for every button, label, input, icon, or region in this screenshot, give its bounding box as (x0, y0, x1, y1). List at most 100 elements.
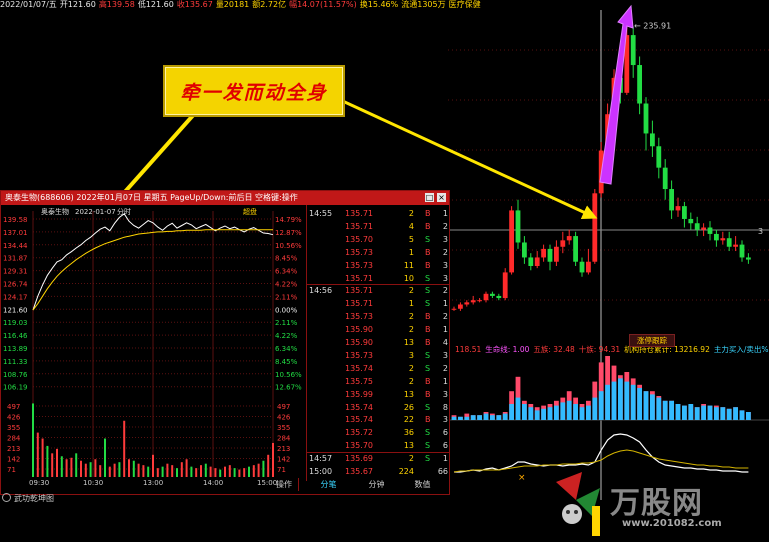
trade-row[interactable]: 14:56 135.71 2 S 2 (307, 284, 452, 297)
trade-n: 3 (442, 273, 448, 283)
trade-n: 2 (442, 221, 448, 231)
tab-ticks[interactable]: 分笔 (306, 478, 351, 491)
trade-row[interactable]: 135.73 11 B 3 (307, 259, 452, 272)
tick-trade-list[interactable]: 14:55 135.71 2 B 1 135.71 4 B 2 135.70 5 S 3 135.73 1 B… (306, 205, 450, 481)
trade-bs: B (425, 415, 431, 425)
trade-n: 3 (442, 260, 448, 270)
trade-vol: 2 (408, 209, 414, 218)
trade-n: 2 (442, 286, 448, 296)
trade-row[interactable]: 135.90 2 B 1 (307, 323, 452, 336)
trade-row[interactable]: 135.75 2 B 1 (307, 375, 452, 388)
trade-price: 135.71 (345, 273, 373, 283)
status-icon (2, 493, 11, 502)
volume-axis-label: 497 (277, 403, 290, 411)
trade-bs: B (425, 209, 431, 218)
trade-n: 3 (442, 415, 448, 425)
trade-tabs[interactable]: 操作 分笔 分钟 数值 (270, 478, 445, 491)
trade-vol: 5 (408, 234, 414, 244)
volume-axis-label: 284 (277, 435, 291, 443)
trade-n: 1 (442, 209, 448, 218)
trade-bs: S (425, 286, 431, 296)
trade-bs: B (425, 389, 431, 399)
trade-row[interactable]: 135.71 10 S 3 (307, 272, 452, 285)
restore-button[interactable]: □ (425, 193, 434, 202)
trade-bs: S (425, 428, 431, 438)
price-axis-label: 106.19 (3, 384, 28, 392)
volume-axis-label: 142 (7, 456, 20, 464)
trade-vol: 4 (408, 221, 414, 231)
trade-row[interactable]: 14:57 135.69 2 S 1 (307, 452, 452, 465)
trade-n: 2 (442, 312, 448, 322)
price-axis-label: 126.74 (3, 281, 28, 289)
trade-vol: 2 (408, 376, 414, 386)
popup-titlebar[interactable]: 奥泰生物(688606) 2022年01月07日 星期五 PageUp/Down… (1, 191, 449, 205)
trade-price: 135.73 (345, 247, 373, 257)
operate-button[interactable]: 操作 (270, 478, 299, 491)
percent-axis-label: 0.00% (275, 306, 298, 314)
trade-vol: 1 (408, 247, 414, 257)
trade-time: 14:57 (309, 454, 333, 464)
volume-axis-label: 497 (7, 403, 20, 411)
trade-row[interactable]: 15:00 135.67 224 66 (307, 465, 452, 478)
close-button[interactable]: × (437, 193, 446, 202)
trade-row[interactable]: 135.70 13 S 6 (307, 439, 452, 452)
percent-axis-label: 8.45% (275, 358, 298, 366)
trade-row[interactable]: 135.74 22 B 3 (307, 413, 452, 426)
price-axis-label: 139.58 (3, 216, 28, 224)
cursor-label: 超盘 (243, 207, 257, 216)
trade-row[interactable]: 135.72 36 S 6 (307, 426, 452, 439)
trade-price: 135.73 (345, 260, 373, 270)
price-axis-label: 124.17 (3, 293, 28, 301)
trade-vol: 13 (403, 389, 414, 399)
trade-row[interactable]: 135.74 26 S 8 (307, 401, 452, 414)
trade-price: 135.70 (345, 234, 373, 244)
trade-row[interactable]: 135.71 4 B 2 (307, 220, 452, 233)
trade-vol: 10 (403, 273, 414, 283)
percent-axis-label: 4.22% (275, 332, 298, 340)
trade-n: 2 (442, 363, 448, 373)
intraday-chart[interactable]: 奥泰生物 2022-01-07 分时 超盘 139.58 14.79% 137.01 12.8… (1, 205, 306, 494)
percent-axis-label: 2.11% (275, 319, 298, 327)
trade-bs: B (425, 325, 431, 335)
price-axis-label: 131.87 (3, 255, 28, 263)
trade-vol: 11 (403, 260, 414, 270)
percent-axis-label: 14.79% (275, 216, 302, 224)
trade-time: 14:56 (309, 286, 333, 296)
trade-vol: 2 (408, 312, 414, 322)
percent-axis-label: 12.87% (275, 229, 302, 237)
trade-row[interactable]: 135.73 2 B 2 (307, 310, 452, 323)
trade-row[interactable]: 135.73 1 B 2 (307, 246, 452, 259)
trade-vol: 36 (403, 428, 414, 438)
tab-values[interactable]: 数值 (400, 478, 445, 491)
inner-stock-name: 奥泰生物 (41, 207, 69, 216)
headline-banner: 牵一发而动全身 (163, 65, 345, 117)
price-axis-label: 134.44 (3, 242, 28, 250)
trade-bs: S (425, 363, 431, 373)
price-axis-label: 121.60 (3, 306, 28, 314)
trade-row[interactable]: 135.71 1 S 1 (307, 297, 452, 310)
trade-row[interactable]: 135.90 13 B 4 (307, 336, 452, 349)
watermark-logo-icon (556, 472, 600, 536)
trade-time: 15:00 (309, 467, 333, 476)
price-axis-label: 116.46 (3, 332, 28, 340)
trade-row[interactable]: 14:55 135.71 2 B 1 (307, 207, 452, 220)
trade-vol: 13 (403, 338, 414, 347)
trade-price: 135.90 (345, 325, 373, 335)
trade-bs: S (425, 234, 431, 244)
trade-row[interactable]: 135.70 5 S 3 (307, 233, 452, 246)
trade-bs: S (425, 350, 431, 360)
tab-minutes[interactable]: 分钟 (354, 478, 399, 491)
volume-axis-label: 426 (277, 414, 291, 422)
trade-n: 1 (442, 376, 448, 386)
trade-bs: B (425, 338, 431, 347)
trade-price: 135.72 (345, 428, 373, 438)
trade-vol: 2 (408, 325, 414, 335)
trade-row[interactable]: 135.73 3 S 3 (307, 349, 452, 362)
trade-price: 135.67 (345, 467, 373, 476)
trade-price: 135.71 (345, 209, 373, 218)
inner-date: 2022-01-07 (75, 208, 116, 216)
intraday-popup-window[interactable]: 奥泰生物(688606) 2022年01月07日 星期五 PageUp/Down… (0, 190, 450, 495)
trade-bs: B (425, 260, 431, 270)
trade-row[interactable]: 135.74 2 S 2 (307, 362, 452, 375)
trade-row[interactable]: 135.99 13 B 3 (307, 388, 452, 401)
